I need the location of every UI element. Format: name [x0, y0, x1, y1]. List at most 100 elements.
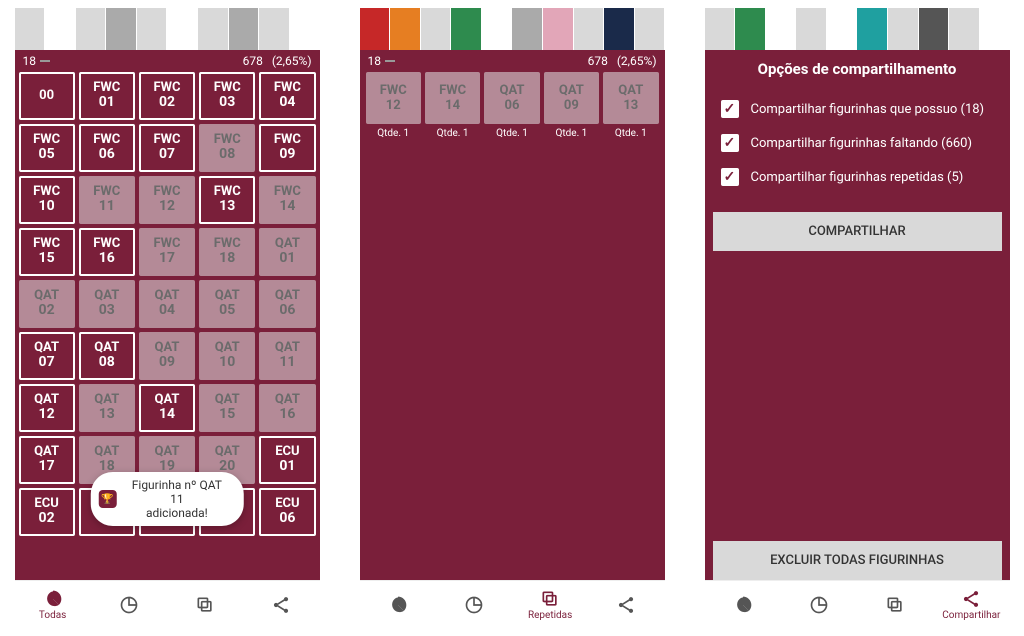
rep-qty: Qtde. 1	[544, 128, 599, 139]
qty-row: Qtde. 1Qtde. 1Qtde. 1Qtde. 1Qtde. 1	[360, 126, 665, 139]
share-option-missing[interactable]: ✓ Compartilhar figurinhas faltando (660)	[705, 126, 1010, 160]
sticker-cell[interactable]: FWC14	[259, 176, 315, 224]
sticker-cell[interactable]: FWC13	[199, 176, 255, 224]
sticker-cell[interactable]: 00	[19, 72, 75, 120]
share-option-label: Compartilhar figurinhas que possuo (18)	[751, 102, 985, 117]
pie-outline-icon	[119, 595, 139, 615]
preview-strip	[360, 8, 665, 50]
sticker-cell[interactable]: FWC10	[19, 176, 75, 224]
pie-outline-icon	[464, 595, 484, 615]
toast-line2: adicionada!	[124, 506, 229, 520]
sticker-cell[interactable]: QAT10	[199, 332, 255, 380]
preview-strip	[705, 8, 1010, 50]
sticker-cell[interactable]: FWC06	[79, 124, 135, 172]
sticker-cell[interactable]: QAT11	[259, 332, 315, 380]
bottom-nav: Compartilhar	[705, 580, 1010, 628]
sticker-cell[interactable]: FWC04	[259, 72, 315, 120]
sticker-cell[interactable]: QAT16	[259, 384, 315, 432]
share-option-label: Compartilhar figurinhas repetidas (5)	[751, 170, 964, 185]
rep-cell[interactable]: FWC12	[366, 72, 421, 124]
rep-qty: Qtde. 1	[603, 128, 658, 139]
sticker-cell[interactable]: QAT04	[139, 280, 195, 328]
trophy-icon: 🏆	[99, 490, 117, 508]
screen-compartilhar: Opções de compartilhamento ✓ Compartilha…	[705, 8, 1010, 628]
sticker-cell[interactable]: FWC05	[19, 124, 75, 172]
rep-cell[interactable]: QAT09	[544, 72, 599, 124]
sticker-cell[interactable]: FWC01	[79, 72, 135, 120]
sticker-cell[interactable]: QAT13	[79, 384, 135, 432]
nav-repetidas[interactable]	[167, 581, 243, 628]
bottom-nav: Repetidas	[360, 580, 665, 628]
sticker-cell[interactable]: ECU06	[259, 488, 315, 536]
screen-repetidas: 18 678 (2,65%) FWC12FWC14QAT06QAT09QAT13…	[360, 8, 665, 628]
sticker-cell[interactable]: QAT02	[19, 280, 75, 328]
nav-stats[interactable]	[781, 581, 857, 628]
sticker-cell[interactable]: QAT07	[19, 332, 75, 380]
delete-all-button[interactable]: EXCLUIR TODAS FIGURINHAS	[713, 541, 1002, 580]
sticker-cell[interactable]: QAT06	[259, 280, 315, 328]
pie-filled-icon	[388, 595, 408, 615]
rep-qty: Qtde. 1	[425, 128, 480, 139]
preview-strip	[15, 8, 320, 50]
stats-row: 18 678 (2,65%)	[360, 50, 665, 70]
sticker-cell[interactable]: FWC08	[199, 124, 255, 172]
toast: 🏆 Figurinha nº QAT 11 adicionada!	[91, 472, 244, 526]
nav-todas[interactable]: Todas	[15, 581, 91, 628]
nav-repetidas[interactable]	[857, 581, 933, 628]
rep-qty: Qtde. 1	[366, 128, 421, 139]
share-option-reps[interactable]: ✓ Compartilhar figurinhas repetidas (5)	[705, 160, 1010, 194]
owned-count: 18	[368, 54, 382, 68]
copy-icon	[195, 595, 215, 615]
sticker-cell[interactable]: FWC11	[79, 176, 135, 224]
rep-cell[interactable]: FWC14	[425, 72, 480, 124]
sticker-cell[interactable]: FWC03	[199, 72, 255, 120]
share-icon	[961, 589, 981, 609]
share-button[interactable]: COMPARTILHAR	[713, 212, 1002, 251]
share-option-owned[interactable]: ✓ Compartilhar figurinhas que possuo (18…	[705, 92, 1010, 126]
pie-filled-icon	[43, 589, 63, 609]
sticker-cell[interactable]: FWC16	[79, 228, 135, 276]
sticker-cell[interactable]: FWC18	[199, 228, 255, 276]
sticker-cell[interactable]: FWC17	[139, 228, 195, 276]
dash-icon	[40, 60, 50, 62]
nav-compartilhar[interactable]: Compartilhar	[933, 581, 1009, 628]
sticker-cell[interactable]: FWC09	[259, 124, 315, 172]
share-icon	[616, 595, 636, 615]
nav-repetidas[interactable]: Repetidas	[512, 581, 588, 628]
dash-icon	[385, 60, 395, 62]
nav-todas[interactable]	[360, 581, 436, 628]
rep-cell[interactable]: QAT06	[484, 72, 539, 124]
sticker-cell[interactable]: ECU02	[19, 488, 75, 536]
sticker-cell[interactable]: QAT08	[79, 332, 135, 380]
owned-count: 18	[23, 54, 37, 68]
sticker-cell[interactable]: QAT01	[259, 228, 315, 276]
rep-cell[interactable]: QAT13	[603, 72, 658, 124]
sticker-cell[interactable]: QAT03	[79, 280, 135, 328]
sticker-cell[interactable]: QAT17	[19, 436, 75, 484]
nav-stats[interactable]	[91, 581, 167, 628]
sticker-cell[interactable]: QAT15	[199, 384, 255, 432]
nav-stats[interactable]	[436, 581, 512, 628]
sticker-cell[interactable]: QAT14	[139, 384, 195, 432]
sticker-cell[interactable]: QAT12	[19, 384, 75, 432]
share-title: Opções de compartilhamento	[705, 50, 1010, 92]
copy-icon	[885, 595, 905, 615]
sticker-cell[interactable]: FWC02	[139, 72, 195, 120]
pie-outline-icon	[809, 595, 829, 615]
sticker-cell[interactable]: ECU01	[259, 436, 315, 484]
sticker-cell[interactable]: FWC15	[19, 228, 75, 276]
copy-icon	[540, 589, 560, 609]
total-count: 678	[243, 54, 263, 68]
bottom-nav: Todas	[15, 580, 320, 628]
sticker-cell[interactable]: QAT09	[139, 332, 195, 380]
sticker-cell[interactable]: FWC07	[139, 124, 195, 172]
nav-todas[interactable]	[705, 581, 781, 628]
percent: (2,65%)	[617, 54, 657, 68]
share-option-label: Compartilhar figurinhas faltando (660)	[751, 136, 973, 151]
sticker-cell[interactable]: FWC12	[139, 176, 195, 224]
checkbox-icon: ✓	[721, 100, 739, 118]
nav-compartilhar[interactable]	[588, 581, 664, 628]
nav-compartilhar[interactable]	[243, 581, 319, 628]
toast-line1: Figurinha nº QAT 11	[124, 478, 229, 506]
sticker-cell[interactable]: QAT05	[199, 280, 255, 328]
